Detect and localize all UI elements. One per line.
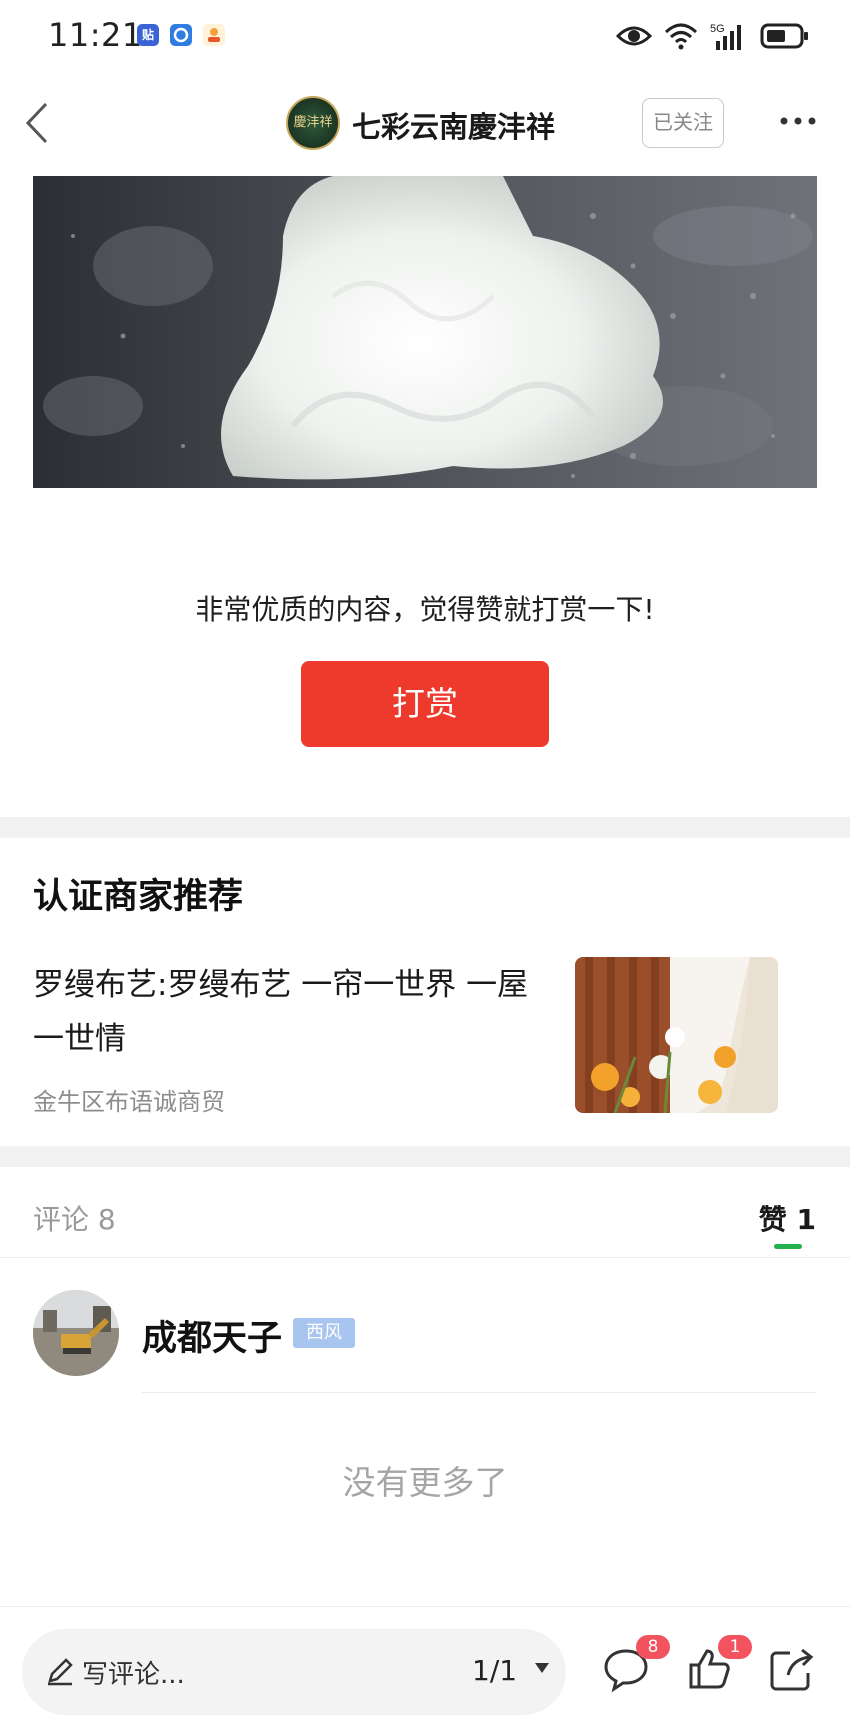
- tip-button[interactable]: 打赏: [301, 661, 549, 747]
- user-name[interactable]: 成都天子: [142, 1310, 282, 1361]
- article-image[interactable]: [33, 176, 817, 488]
- comment-placeholder: 写评论...: [82, 1660, 185, 1690]
- yellow-app-icon: [203, 24, 225, 46]
- blue-app-icon: [170, 24, 192, 46]
- page-indicator[interactable]: 1/1: [472, 1654, 517, 1687]
- wifi-icon: [664, 23, 698, 50]
- tieba-icon: 贴: [137, 24, 159, 46]
- liker-row[interactable]: 成都天子 西风: [0, 1290, 850, 1393]
- pencil-icon: [48, 1658, 73, 1686]
- merchant-section-title: 认证商家推荐: [33, 877, 244, 917]
- account-name[interactable]: 七彩云南慶沣祥: [352, 104, 555, 146]
- status-bar: 11:21 贴 5G: [0, 0, 850, 72]
- bottom-bar: 写评论... 1/1 8 1: [0, 1606, 850, 1735]
- section-divider-2: [0, 1146, 850, 1167]
- like-count-badge: 1: [718, 1635, 752, 1659]
- section-divider: [0, 817, 850, 838]
- follow-button[interactable]: 已关注: [642, 98, 724, 148]
- eye-icon: [616, 26, 652, 46]
- row-divider: [142, 1392, 817, 1393]
- svg-text:5G: 5G: [710, 23, 725, 35]
- chevron-left-icon: [25, 102, 48, 144]
- tab-likes[interactable]: 赞 1: [759, 1198, 816, 1238]
- user-level-badge: 西风: [293, 1318, 355, 1348]
- signal-5g-icon: 5G: [710, 23, 741, 50]
- more-button[interactable]: [778, 106, 818, 136]
- merchant-thumbnail[interactable]: [575, 957, 778, 1113]
- more-dots-icon: [780, 117, 816, 125]
- merchant-title[interactable]: 罗缦布艺:罗缦布艺 一帘一世界 一屋一世情: [33, 958, 553, 1066]
- comment-tabs: 评论 8 赞 1: [0, 1168, 850, 1258]
- caret-down-icon[interactable]: [534, 1661, 550, 1675]
- merchant-card[interactable]: 罗缦布艺:罗缦布艺 一帘一世界 一屋一世情 金牛区布语诚商贸: [0, 950, 850, 1120]
- share-icon[interactable]: [768, 1645, 816, 1693]
- merchant-subtitle: 金牛区布语诚商贸: [33, 1088, 225, 1116]
- tab-comments[interactable]: 评论 8: [33, 1198, 116, 1238]
- battery-icon: [760, 23, 808, 49]
- back-button[interactable]: [18, 98, 58, 148]
- status-time: 11:21: [48, 16, 143, 54]
- comment-count-badge: 8: [636, 1635, 670, 1659]
- avatar[interactable]: [33, 1290, 119, 1376]
- active-tab-indicator: [774, 1244, 802, 1249]
- no-more-text: 没有更多了: [342, 1463, 508, 1502]
- write-comment-input[interactable]: 写评论... 1/1: [22, 1629, 566, 1715]
- status-right-icons: 5G: [616, 18, 810, 54]
- account-avatar[interactable]: 慶沣祥: [286, 96, 340, 150]
- nav-bar: 慶沣祥 七彩云南慶沣祥 已关注: [0, 78, 850, 168]
- tip-prompt: 非常优质的内容，觉得赞就打赏一下!: [195, 593, 655, 626]
